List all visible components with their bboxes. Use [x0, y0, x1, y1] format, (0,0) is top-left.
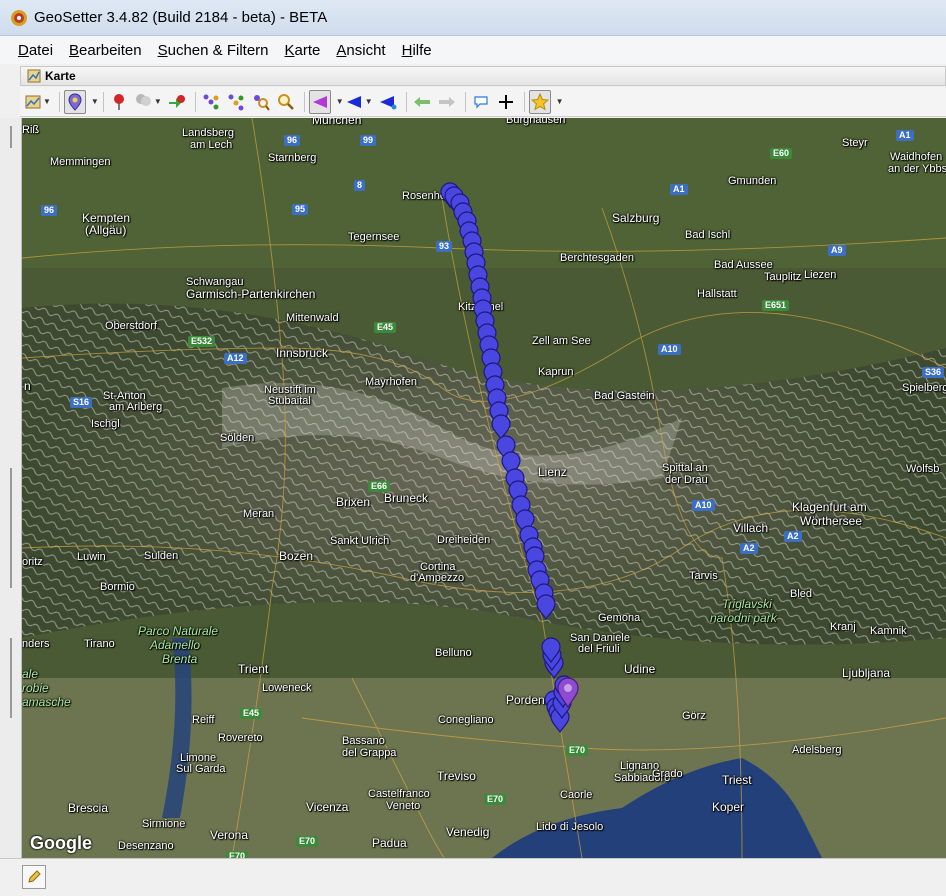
blue-arrow-icon [346, 95, 361, 108]
favorite-star-icon [530, 92, 549, 111]
direction-button[interactable] [308, 89, 331, 114]
waypoint-button[interactable] [377, 90, 399, 114]
toolbar-separator [405, 91, 407, 112]
left-panel-strip [0, 118, 22, 860]
toolbar-separator [102, 91, 104, 112]
marker-pin-icon [68, 92, 82, 111]
remove-position-button[interactable]: ▼ [133, 90, 163, 114]
track-points-button[interactable] [200, 90, 222, 114]
track-search-button[interactable] [250, 90, 272, 114]
red-marker-icon [113, 93, 124, 110]
map-toolbar: ▼ ▼ ▼ ▼ ▼ ▼ [20, 87, 946, 117]
marker-mode-button[interactable] [63, 89, 86, 114]
track-select-button[interactable] [225, 90, 247, 114]
purple-arrow-icon [312, 95, 327, 108]
comment-icon [474, 95, 488, 108]
menu-bearbeiten[interactable]: Bearbeiten [69, 42, 142, 59]
pencil-icon [28, 870, 41, 883]
forward-button[interactable] [436, 90, 458, 114]
menu-karte[interactable]: Karte [285, 42, 321, 59]
track-search-icon [253, 94, 270, 111]
app-logo-icon [11, 9, 27, 26]
map-panel-header: Karte [20, 66, 946, 86]
search-location-button[interactable] [275, 90, 297, 114]
dropdown-arrow-icon[interactable]: ▼ [556, 97, 564, 106]
menu-bar: Datei Bearbeiten Suchen & Filtern Karte Ansi… [0, 36, 946, 64]
back-button[interactable] [411, 90, 433, 114]
track-point-marker[interactable] [491, 414, 511, 441]
splitter-mark[interactable] [10, 638, 12, 718]
toolbar-separator [464, 91, 466, 112]
map-type-button[interactable]: ▼ [24, 90, 52, 114]
dropdown-arrow-icon: ▼ [153, 97, 162, 106]
favorites-button[interactable] [528, 89, 551, 114]
dropdown-arrow-icon[interactable]: ▼ [336, 97, 344, 106]
toolbar-separator [523, 91, 525, 112]
panel-title: Karte [45, 69, 76, 83]
menu-datei[interactable]: Datei [18, 42, 53, 59]
title-bar: GeoSetter 3.4.82 (Build 2184 - beta) - B… [0, 0, 946, 36]
menu-hilfe[interactable]: Hilfe [402, 42, 432, 59]
window-title: GeoSetter 3.4.82 (Build 2184 - beta) - B… [34, 9, 328, 26]
toolbar-separator [194, 91, 196, 112]
map-view[interactable]: München Landsberg am Lech Starnberg Memminge… [22, 118, 946, 858]
assign-position-button[interactable] [166, 90, 188, 114]
map-type-icon [25, 95, 41, 108]
splitter-mark[interactable] [10, 468, 12, 588]
map-panel-icon [27, 69, 41, 83]
menu-ansicht[interactable]: Ansicht [336, 42, 385, 59]
green-marker-icon [168, 94, 185, 108]
track-point-marker[interactable] [536, 594, 556, 621]
edit-button[interactable] [22, 865, 46, 889]
dropdown-arrow-icon: ▼ [43, 97, 51, 106]
google-logo: Google [30, 833, 92, 853]
dropdown-arrow-icon: ▼ [364, 97, 373, 106]
grey-marker-icon [135, 93, 151, 106]
toolbar-separator [58, 91, 60, 112]
track-select-icon [228, 94, 244, 110]
current-position-dot [564, 684, 572, 692]
gps-track[interactable] [22, 118, 946, 858]
track-direction-button[interactable]: ▼ [344, 90, 374, 114]
comment-button[interactable] [470, 90, 492, 114]
dropdown-arrow-icon[interactable]: ▼ [91, 97, 99, 106]
crosshair-icon [498, 94, 513, 109]
splitter-mark[interactable] [10, 126, 12, 148]
menu-suchen-filtern[interactable]: Suchen & Filtern [158, 42, 269, 59]
back-arrow-icon [413, 96, 430, 107]
blue-flag-icon [379, 95, 397, 109]
status-bar [0, 858, 946, 896]
toolbar-separator [303, 91, 305, 112]
zoom-search-icon [277, 93, 294, 110]
track-points-icon [203, 94, 219, 109]
crosshair-button[interactable] [495, 90, 517, 114]
forward-arrow-icon [438, 96, 455, 107]
set-position-button[interactable] [108, 90, 130, 114]
